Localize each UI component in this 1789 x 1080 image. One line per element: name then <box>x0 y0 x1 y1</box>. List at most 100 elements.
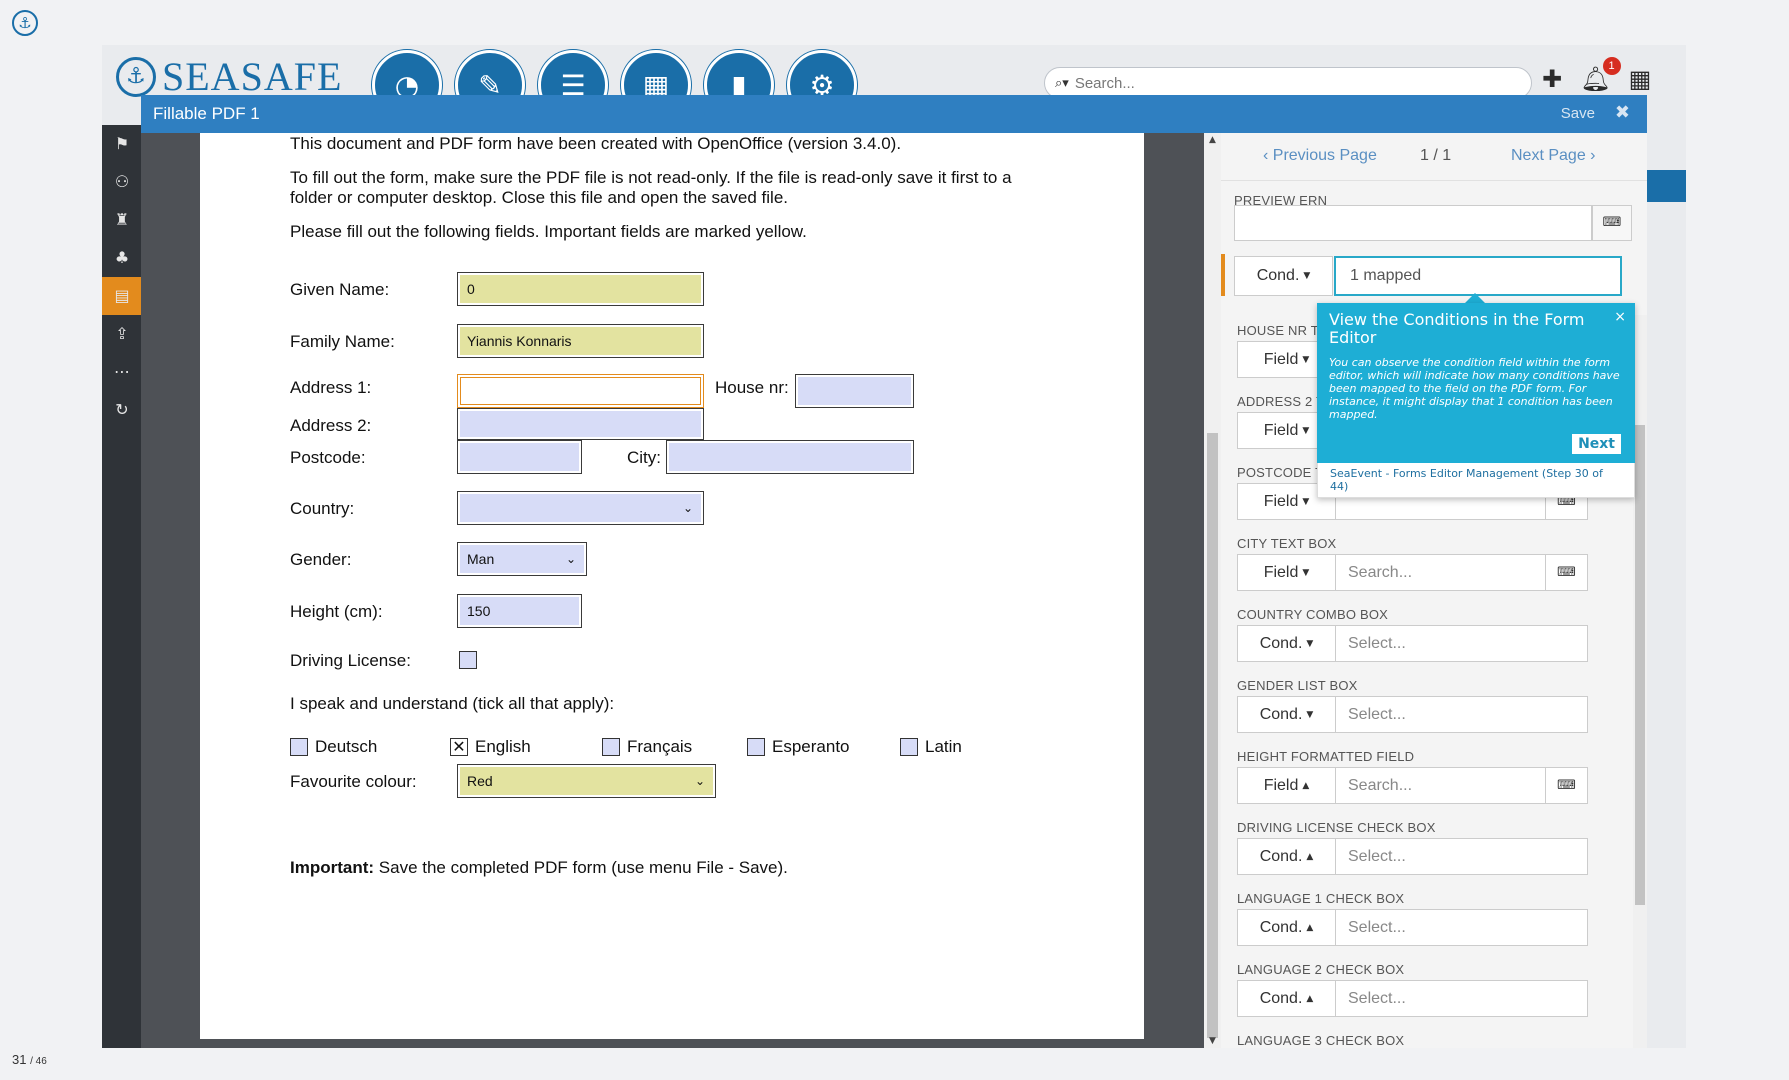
side-item-4-icon[interactable]: ♣ <box>102 239 142 277</box>
modal-close-icon[interactable]: ✖ <box>1615 102 1630 123</box>
side-item-8-icon[interactable]: ↻ <box>102 391 142 429</box>
favourite-colour-label: Favourite colour: <box>290 772 417 791</box>
important-note: Important: Save the completed PDF form (… <box>290 857 788 878</box>
language-checkbox[interactable] <box>900 738 918 756</box>
family-name-label: Family Name: <box>290 332 395 351</box>
field-row: Cond. ▲ Select... <box>1237 838 1588 875</box>
modal-title: Fillable PDF 1 <box>153 104 260 123</box>
language-checkbox[interactable] <box>602 738 620 756</box>
page-total: / 46 <box>30 1056 47 1067</box>
type-dropdown-button[interactable]: Cond. ▼ <box>1237 625 1336 662</box>
anchor-icon: ⚓ <box>116 56 156 97</box>
field-row-active: Cond. ▼ <box>1234 256 1333 296</box>
preview-ern-input[interactable] <box>1234 205 1592 241</box>
language-label: English <box>475 737 531 756</box>
family-name-value: Yiannis Konnaris <box>460 327 701 355</box>
given-name-field[interactable]: 0 <box>457 272 704 306</box>
caret-down-icon: ▼ <box>1306 709 1314 720</box>
type-dropdown-button[interactable]: Cond. ▲ <box>1237 980 1336 1017</box>
family-name-field[interactable]: Yiannis Konnaris <box>457 324 704 358</box>
address2-field[interactable] <box>457 408 704 440</box>
tooltip-close-icon[interactable]: × <box>1614 309 1626 325</box>
caret-down-icon: ▼ <box>1302 354 1310 365</box>
driving-license-checkbox[interactable] <box>459 651 477 669</box>
modal-save-button[interactable]: Save <box>1561 105 1595 122</box>
condition-select[interactable]: Select... <box>1336 696 1588 733</box>
side-item-1-icon[interactable]: ⚑ <box>102 125 142 163</box>
type-dropdown-button[interactable]: Field ▼ <box>1237 554 1336 591</box>
side-item-6-icon[interactable]: ⇪ <box>102 315 142 353</box>
height-field[interactable]: 150 <box>457 594 582 628</box>
page-navigation: ‹ Previous Page 1 / 1 Next Page › <box>1221 133 1647 181</box>
field-mapping-panel: ‹ Previous Page 1 / 1 Next Page › PREVIE… <box>1221 133 1647 1048</box>
preview-keyboard-icon[interactable]: ⌨ <box>1592 205 1632 241</box>
caret-up-icon: ▲ <box>1306 922 1314 933</box>
mapped-conditions-input[interactable]: 1 mapped <box>1334 256 1622 296</box>
caret-up-icon: ▲ <box>1302 780 1310 791</box>
tooltip-next-button[interactable]: Next <box>1572 434 1621 454</box>
condition-select[interactable]: Select... <box>1336 980 1588 1017</box>
country-select[interactable]: ⌄ <box>457 491 704 525</box>
page-current: 31 <box>12 1052 27 1067</box>
pdf-intro-2a: To fill out the form, make sure the PDF … <box>290 168 1012 187</box>
type-label: Cond. <box>1259 989 1303 1007</box>
chevron-down-icon: ⌄ <box>682 501 693 515</box>
type-dropdown-button[interactable]: Field ▲ <box>1237 767 1336 804</box>
language-checkbox[interactable]: ✕ <box>450 738 468 756</box>
condition-select[interactable]: Select... <box>1336 909 1588 946</box>
type-label: Cond. <box>1259 705 1303 723</box>
previous-page-link[interactable]: ‹ Previous Page <box>1263 147 1377 165</box>
language-checkbox[interactable] <box>747 738 765 756</box>
panel-scroll-thumb[interactable] <box>1635 425 1645 905</box>
guide-tooltip: × View the Conditions in the Form Editor… <box>1317 303 1635 498</box>
condition-select[interactable]: Select... <box>1336 838 1588 875</box>
next-page-link[interactable]: Next Page › <box>1511 147 1595 165</box>
scroll-up-icon[interactable]: ▲ <box>1204 135 1221 145</box>
panel-scrollbar[interactable] <box>1633 315 1647 1048</box>
scroll-down-icon[interactable]: ▼ <box>1204 1036 1221 1046</box>
pdf-intro-3: Please fill out the following fields. Im… <box>290 222 807 241</box>
caret-down-icon: ▼ <box>1302 425 1310 436</box>
favourite-colour-select[interactable]: Red ⌄ <box>457 764 716 798</box>
type-dropdown-button[interactable]: Cond. ▼ <box>1237 696 1336 733</box>
field-label: HEIGHT FORMATTED FIELD <box>1237 749 1415 764</box>
field-label: HOUSE NR TE <box>1237 323 1328 338</box>
caret-down-icon: ▼ <box>1306 638 1314 649</box>
field-label: LANGUAGE 3 CHECK BOX <box>1237 1033 1405 1048</box>
keyboard-icon[interactable]: ⌨ <box>1546 767 1588 804</box>
house-nr-field[interactable] <box>795 374 914 408</box>
side-item-3-icon[interactable]: ♜ <box>102 201 142 239</box>
address2-label: Address 2: <box>290 416 372 435</box>
tooltip-footer: SeaEvent - Forms Editor Management (Step… <box>1317 463 1635 498</box>
background-panel-edge <box>1647 125 1686 1048</box>
type-label: Cond. <box>1259 634 1303 652</box>
type-label: Field <box>1263 776 1299 794</box>
address1-field[interactable] <box>457 374 704 408</box>
type-dropdown-button[interactable]: Cond. ▲ <box>1237 838 1336 875</box>
type-label: Field <box>1263 563 1299 581</box>
field-label: DRIVING LICENSE CHECK BOX <box>1237 820 1436 835</box>
city-field[interactable] <box>666 440 914 474</box>
side-item-more-icon[interactable]: ⋯ <box>102 353 142 391</box>
apps-grid-icon[interactable]: ▦ <box>1629 65 1652 93</box>
type-dropdown-button[interactable]: Cond. ▼ <box>1234 256 1333 296</box>
app-logo-icon[interactable]: ⚓ <box>12 10 38 36</box>
add-icon[interactable]: ✚ <box>1542 65 1562 93</box>
postcode-field[interactable] <box>457 440 582 474</box>
important-text: Save the completed PDF form (use menu Fi… <box>378 858 788 877</box>
brand-logo[interactable]: ⚓ SEASAFE <box>116 53 342 100</box>
gender-select[interactable]: Man ⌄ <box>457 542 587 576</box>
type-dropdown-button[interactable]: Cond. ▲ <box>1237 909 1336 946</box>
field-search-input[interactable]: Search... <box>1336 767 1546 804</box>
language-checkbox[interactable] <box>290 738 308 756</box>
page-counter: 31 / 46 <box>12 1052 47 1067</box>
notifications-bell-icon[interactable]: 🔔︎ 1 <box>1580 57 1621 93</box>
side-item-2-icon[interactable]: ⚇ <box>102 163 142 201</box>
keyboard-icon[interactable]: ⌨ <box>1546 554 1588 591</box>
pdf-scrollbar[interactable]: ▲ ▼ <box>1204 133 1221 1048</box>
pdf-scroll-thumb[interactable] <box>1207 433 1218 1038</box>
field-search-input[interactable]: Search... <box>1336 554 1546 591</box>
condition-select[interactable]: Select... <box>1336 625 1588 662</box>
header-actions: ✚ 🔔︎ 1 ▦ <box>1542 57 1652 93</box>
side-item-forms-icon[interactable]: ▤ <box>102 277 142 315</box>
